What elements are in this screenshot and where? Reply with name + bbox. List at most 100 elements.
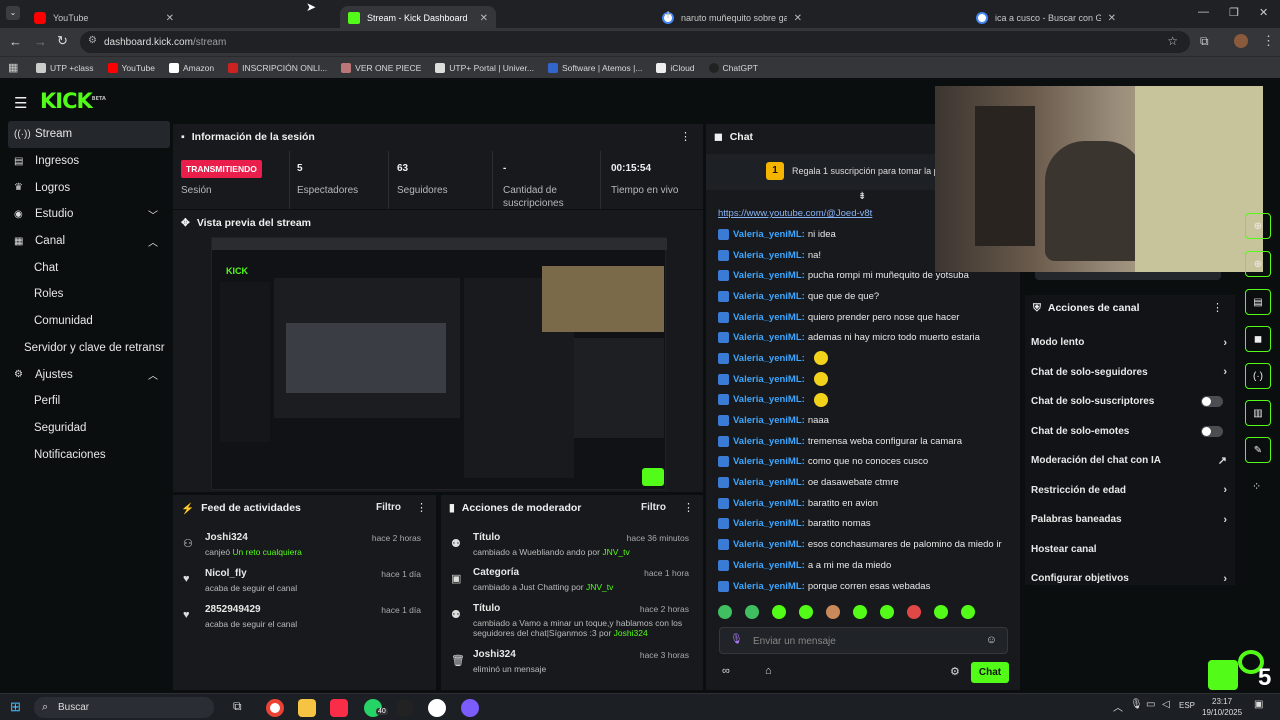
sidebar-item-ajustes[interactable]: ⚙ Ajustes ︿ bbox=[0, 361, 168, 388]
emote-icon[interactable] bbox=[772, 605, 786, 619]
bookmark-amazon[interactable]: Amazon bbox=[168, 62, 214, 73]
minimize-button[interactable]: — bbox=[1198, 6, 1209, 18]
bookmark-software[interactable]: Software | Atemos |... bbox=[547, 62, 642, 73]
sidebar-item-comunidad[interactable]: Comunidad bbox=[0, 308, 168, 335]
rail-button[interactable]: ⊕ bbox=[1245, 213, 1271, 239]
chat-username[interactable]: Valeria_yeniML: bbox=[733, 394, 805, 405]
bookmark-inscripcion[interactable]: INSCRIPCIÓN ONLI... bbox=[228, 62, 327, 73]
close-tab-icon[interactable]: ✕ bbox=[794, 13, 802, 24]
chat-username[interactable]: Valeria_yeniML: bbox=[733, 250, 805, 261]
volume-icon[interactable]: ◁ bbox=[1162, 699, 1170, 710]
sidebar-item-ingresos[interactable]: ▤ Ingresos bbox=[0, 148, 168, 175]
close-window-button[interactable]: ✕ bbox=[1259, 6, 1268, 19]
windows-start-icon[interactable]: ⊞ bbox=[10, 699, 21, 715]
channel-action-item[interactable]: Modo lento › bbox=[1025, 328, 1235, 358]
more-options-icon[interactable]: ⋮ bbox=[680, 130, 691, 143]
tab-kick-dashboard[interactable]: Stream - Kick Dashboard ✕ bbox=[340, 6, 496, 30]
network-icon[interactable]: ▭ bbox=[1146, 699, 1155, 710]
file-explorer-icon[interactable] bbox=[298, 699, 316, 717]
chat-settings-icon[interactable]: ⚙ bbox=[950, 665, 960, 678]
extensions-icon[interactable]: ⧉ bbox=[1200, 34, 1209, 49]
chat-username[interactable]: Valeria_yeniML: bbox=[733, 581, 805, 592]
channel-action-item[interactable]: Palabras baneadas › bbox=[1025, 505, 1235, 535]
address-bar[interactable]: ⚙ dashboard.kick.com/stream ☆ bbox=[80, 31, 1190, 53]
chat-username[interactable]: Valeria_yeniML: bbox=[733, 456, 805, 467]
chat-username[interactable]: Valeria_yeniML: bbox=[733, 560, 805, 571]
restore-button[interactable]: ❐ bbox=[1229, 6, 1239, 19]
layout-icon[interactable]: ▥ bbox=[1245, 400, 1271, 426]
task-view-icon[interactable]: ⧉ bbox=[233, 699, 242, 714]
sidebar-item-estudio[interactable]: ◉ Estudio ﹀ bbox=[0, 201, 168, 228]
microphone-icon[interactable]: 🎙 bbox=[730, 634, 743, 645]
mod-filter-button[interactable]: Filtro bbox=[641, 502, 666, 513]
chrome-icon[interactable] bbox=[266, 699, 284, 717]
chat-username[interactable]: Valeria_yeniML: bbox=[733, 353, 805, 364]
chat-username[interactable]: Valeria_yeniML: bbox=[733, 291, 805, 302]
stream-preview-video[interactable]: KICK bbox=[211, 237, 667, 490]
loyalty-points-icon[interactable]: ∞ bbox=[722, 665, 730, 677]
bookmark-star-icon[interactable]: ☆ bbox=[1167, 34, 1178, 48]
obs-icon[interactable] bbox=[396, 699, 414, 717]
chat-username[interactable]: Valeria_yeniML: bbox=[733, 436, 805, 447]
clipboard-icon[interactable]: ▤ bbox=[1245, 289, 1271, 315]
chatgpt-icon[interactable] bbox=[428, 699, 446, 717]
chat-username[interactable]: Valeria_yeniML: bbox=[733, 270, 805, 281]
tab-search-icon[interactable]: ⌄ bbox=[6, 6, 20, 20]
close-tab-icon[interactable]: ✕ bbox=[480, 13, 488, 24]
emote-icon[interactable] bbox=[745, 605, 759, 619]
tray-chevron-icon[interactable]: ︿ bbox=[1113, 699, 1123, 714]
sidebar-item-seguridad[interactable]: Seguridad bbox=[0, 415, 168, 442]
bookmark-chatgpt[interactable]: ChatGPT bbox=[708, 62, 758, 73]
tab-google-search[interactable]: ica a cusco - Buscar con Google✕ bbox=[968, 6, 1124, 30]
sidebar-item-logros[interactable]: ♛ Logros bbox=[0, 174, 168, 201]
tab-naruto[interactable]: naruto muñequito sobre gamal✕ bbox=[654, 6, 810, 30]
emote-icon[interactable] bbox=[718, 605, 732, 619]
broadcast-icon[interactable]: (·) bbox=[1245, 363, 1271, 389]
close-tab-icon[interactable]: ✕ bbox=[166, 13, 174, 24]
music-icon[interactable] bbox=[330, 699, 348, 717]
channel-action-item[interactable]: Moderación del chat con IA ↗ bbox=[1025, 446, 1235, 476]
channel-action-item[interactable]: Restricción de edad › bbox=[1025, 476, 1235, 506]
hamburger-menu-icon[interactable]: ☰ bbox=[14, 94, 27, 112]
emote-icon[interactable] bbox=[907, 605, 921, 619]
notification-icon[interactable]: ▣ bbox=[1254, 699, 1263, 710]
bookmark-youtube[interactable]: YouTube bbox=[107, 62, 155, 73]
taskbar-search[interactable]: ⌕ Buscar bbox=[34, 697, 214, 718]
bookmark-utp-class[interactable]: UTP +class bbox=[36, 62, 94, 73]
sidebar-item-chat[interactable]: Chat bbox=[0, 254, 168, 281]
emoji-icon[interactable]: ☺ bbox=[986, 634, 997, 646]
bookmark-one-piece[interactable]: VER ONE PIECE bbox=[341, 62, 421, 73]
chat-username[interactable]: Valeria_yeniML: bbox=[733, 518, 805, 529]
microphone-icon[interactable]: 🎙 bbox=[1130, 699, 1143, 710]
apps-grid-icon[interactable]: ▦ bbox=[8, 61, 18, 74]
emote-icon[interactable] bbox=[826, 605, 840, 619]
chat-bubble-icon[interactable]: ◼ bbox=[1245, 326, 1271, 352]
sidebar-item-perfil[interactable]: Perfil bbox=[0, 388, 168, 415]
channel-action-item[interactable]: Configurar objetivos › bbox=[1025, 564, 1235, 594]
chat-username[interactable]: Valeria_yeniML: bbox=[733, 415, 805, 426]
reload-icon[interactable]: ↻ bbox=[57, 33, 68, 49]
emote-icon[interactable] bbox=[853, 605, 867, 619]
menu-icon[interactable]: ⋮ bbox=[1262, 33, 1275, 49]
pin-icon[interactable]: ⇟ bbox=[858, 191, 866, 202]
chat-username[interactable]: Valeria_yeniML: bbox=[733, 229, 805, 240]
chat-link[interactable]: https://www.youtube.com/@Joed-v8t bbox=[718, 208, 872, 219]
new-tab-button[interactable]: + bbox=[664, 6, 672, 22]
chat-username[interactable]: Valeria_yeniML: bbox=[733, 312, 805, 323]
bookmark-utp-portal[interactable]: UTP+ Portal | Univer... bbox=[435, 62, 534, 73]
toggle-switch[interactable] bbox=[1201, 396, 1223, 408]
sidebar-item-canal[interactable]: ▦ Canal ︿ bbox=[0, 228, 168, 255]
emote-icon[interactable] bbox=[961, 605, 975, 619]
rail-button[interactable]: ⊕ bbox=[1245, 251, 1271, 277]
sidebar-item-notificaciones[interactable]: Notificaciones bbox=[0, 441, 168, 468]
more-options-icon[interactable]: ⋮ bbox=[683, 501, 694, 514]
kick-logo[interactable]: KICKBETA bbox=[40, 89, 106, 113]
close-tab-icon[interactable]: ✕ bbox=[1108, 13, 1116, 24]
emote-icon[interactable] bbox=[880, 605, 894, 619]
store-icon[interactable]: ⌂ bbox=[765, 665, 772, 677]
channel-action-item[interactable]: Chat de solo-emotes bbox=[1025, 417, 1235, 447]
channel-action-item[interactable]: Hostear canal bbox=[1025, 535, 1235, 565]
emote-icon[interactable] bbox=[799, 605, 813, 619]
channel-action-item[interactable]: Chat de solo-suscriptores bbox=[1025, 387, 1235, 417]
chat-username[interactable]: Valeria_yeniML: bbox=[733, 332, 805, 343]
